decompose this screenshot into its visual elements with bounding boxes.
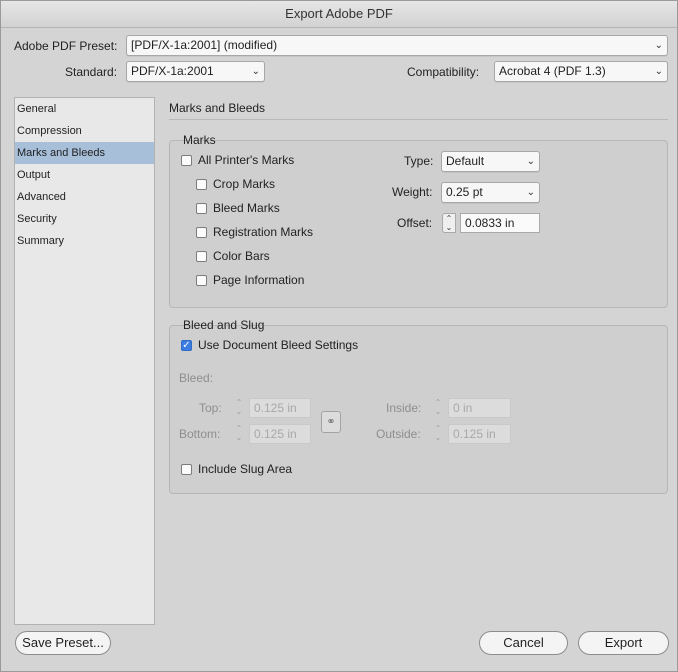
sidebar-item-advanced[interactable]: Advanced [15,186,154,208]
bottom-stepper[interactable]: ⌃ ⌄ [232,424,246,444]
inside-input[interactable]: 0 in [448,398,511,418]
bleed-label: Bleed: [179,371,214,385]
dialog-title: Export Adobe PDF [1,1,677,28]
offset-stepper[interactable]: ⌃ ⌄ [442,213,456,233]
bottom-label: Bottom: [179,427,221,441]
registration-marks-label: Registration Marks [213,225,314,239]
export-button[interactable]: Export [578,631,669,655]
include-slug-checkbox[interactable] [181,464,192,475]
top-input[interactable]: 0.125 in [249,398,311,418]
weight-select[interactable]: 0.25 pt ⌄ [441,182,540,203]
chevron-down-icon: ⌄ [526,156,535,167]
sidebar-item-security[interactable]: Security [15,208,154,230]
top-stepper[interactable]: ⌃ ⌄ [232,398,246,418]
panel-title: Marks and Bleeds [169,101,266,115]
preset-label: Adobe PDF Preset: [14,39,118,53]
outside-input[interactable]: 0.125 in [448,424,511,444]
compatibility-label: Compatibility: [407,65,480,79]
crop-marks-checkbox[interactable] [196,179,207,190]
sidebar-item-compression[interactable]: Compression [15,120,154,142]
bleed-marks-label: Bleed Marks [213,201,280,215]
bleed-marks-checkbox[interactable] [196,203,207,214]
standard-select[interactable]: PDF/X-1a:2001 ⌄ [126,61,265,82]
weight-value: 0.25 pt [446,185,483,199]
crop-marks-label: Crop Marks [213,177,276,191]
include-slug-label: Include Slug Area [198,462,293,476]
chevron-down-icon: ⌄ [654,40,663,51]
outside-stepper[interactable]: ⌃ ⌄ [431,424,445,444]
offset-input[interactable]: 0.0833 in [460,213,540,233]
use-document-bleed-checkbox[interactable]: ✓ [181,340,192,351]
title-divider [169,119,668,120]
top-label: Top: [199,401,222,415]
inside-label: Inside: [386,401,422,415]
type-select[interactable]: Default ⌄ [441,151,540,172]
cancel-button[interactable]: Cancel [479,631,568,655]
chevron-down-icon: ⌄ [251,66,260,77]
compatibility-value: Acrobat 4 (PDF 1.3) [499,64,606,78]
category-sidebar: General Compression Marks and Bleeds Out… [14,97,155,625]
standard-value: PDF/X-1a:2001 [131,64,214,78]
outside-label: Outside: [376,427,421,441]
color-bars-label: Color Bars [213,249,270,263]
all-printers-marks-label: All Printer's Marks [198,153,295,167]
compatibility-select[interactable]: Acrobat 4 (PDF 1.3) ⌄ [494,61,668,82]
type-value: Default [446,154,485,168]
registration-marks-checkbox[interactable] [196,227,207,238]
chevron-down-icon: ⌄ [654,66,663,77]
preset-select[interactable]: [PDF/X-1a:2001] (modified) ⌄ [126,35,668,56]
type-label: Type: [404,154,434,168]
all-printers-marks-checkbox[interactable] [181,155,192,166]
sidebar-item-marks-and-bleeds[interactable]: Marks and Bleeds [15,142,154,164]
weight-label: Weight: [392,185,433,199]
offset-label: Offset: [397,216,433,230]
chevron-down-icon: ⌄ [526,187,535,198]
standard-label: Standard: [65,65,118,79]
page-information-label: Page Information [213,273,305,287]
preset-value: [PDF/X-1a:2001] (modified) [131,38,278,52]
marks-group-label: Marks [183,133,216,147]
color-bars-checkbox[interactable] [196,251,207,262]
chain-link-icon[interactable]: ⚭ [321,411,341,433]
sidebar-item-output[interactable]: Output [15,164,154,186]
sidebar-item-summary[interactable]: Summary [15,230,154,252]
page-information-checkbox[interactable] [196,275,207,286]
bottom-input[interactable]: 0.125 in [249,424,311,444]
bleed-slug-group-label: Bleed and Slug [183,318,265,332]
sidebar-item-general[interactable]: General [15,98,154,120]
save-preset-button[interactable]: Save Preset... [15,631,111,655]
inside-stepper[interactable]: ⌃ ⌄ [431,398,445,418]
use-document-bleed-label: Use Document Bleed Settings [198,338,359,352]
export-pdf-dialog: Export Adobe PDF Adobe PDF Preset: [PDF/… [0,0,678,672]
